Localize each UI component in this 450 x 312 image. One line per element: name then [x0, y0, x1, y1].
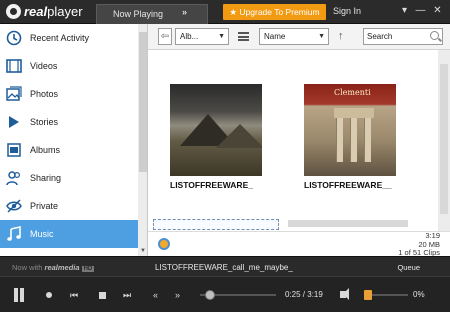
now-playing-strip: Now with realmedia HD LISTOFFREEWARE_call… [0, 256, 450, 276]
sidebar-item-videos[interactable]: Videos [0, 52, 138, 80]
sidebar-item-sharing[interactable]: Sharing [0, 164, 138, 192]
sort-direction-icon[interactable]: ↑ [338, 30, 344, 42]
eye-hidden-icon [6, 199, 22, 213]
clock-icon [6, 30, 22, 46]
realplayer-logo[interactable]: realplayer [6, 4, 83, 20]
sidebar-scrollbar[interactable] [138, 24, 147, 256]
rewind-button[interactable]: « [153, 289, 158, 301]
volume-slider-handle[interactable] [364, 290, 372, 300]
search-icon[interactable] [430, 31, 439, 40]
now-with-realmedia: Now with realmedia HD [12, 263, 95, 272]
logo-disc-icon [6, 4, 21, 19]
back-button[interactable]: ⇦ [158, 28, 172, 45]
selection-details: 3:19 20 MB 1 of 51 Clips [398, 231, 440, 258]
horizontal-scrollbar[interactable] [288, 220, 408, 227]
music-note-icon [7, 226, 21, 241]
sidebar-item-label: Recent Activity [30, 33, 90, 43]
sidebar-item-label: Albums [30, 145, 61, 155]
queue-button[interactable]: Queue [397, 263, 420, 272]
search-placeholder: Search [367, 32, 393, 41]
album-tile[interactable]: Clementi LISTOFFREEWARE__ [304, 84, 404, 190]
sidebar-item-label: Stories [30, 117, 59, 127]
content-scrollbar-thumb[interactable] [440, 64, 448, 214]
sidebar-item-label: Private [30, 201, 59, 211]
album-filter-value: Alb... [180, 32, 199, 41]
stop-button[interactable] [99, 292, 106, 299]
content-scrollbar[interactable] [438, 50, 450, 231]
album-cover[interactable] [170, 84, 262, 176]
chevron-down-icon[interactable]: ▼ [138, 248, 148, 256]
users-icon [6, 171, 21, 186]
current-track-title[interactable]: LISTOFFREEWARE_call_me_maybe_ [155, 263, 293, 272]
sidebar-item-label: Videos [30, 61, 58, 71]
sidebar-item-photos[interactable]: Photos [0, 80, 138, 108]
selected-tile-outline[interactable] [153, 219, 279, 230]
album-tile[interactable]: LISTOFFREEWARE_ [170, 84, 270, 190]
sidebar-item-stories[interactable]: Stories [0, 108, 138, 136]
album-cover[interactable]: Clementi [304, 84, 396, 176]
tab-overflow-chevron-icon[interactable]: » [182, 7, 187, 17]
fast-forward-button[interactable]: » [175, 289, 180, 301]
stories-play-icon [9, 116, 19, 128]
media-disc-icon[interactable] [158, 238, 170, 250]
pause-button[interactable] [12, 288, 26, 302]
transport-controls: ⏮ ⏭ « » 0:25 / 3:19 0% [0, 276, 450, 312]
previous-track-button[interactable]: ⏮ [70, 289, 78, 301]
record-button[interactable] [46, 292, 52, 298]
seek-slider-handle[interactable] [204, 290, 215, 300]
album-icon [7, 143, 21, 157]
selection-info-bar: 3:19 20 MB 1 of 51 Clips [148, 231, 450, 258]
minimize-icon[interactable]: — [414, 4, 427, 18]
album-filter-select[interactable]: Alb... ▼ [175, 28, 229, 45]
sidebar-item-albums[interactable]: Albums [0, 136, 138, 164]
tab-now-playing[interactable]: Now Playing [96, 4, 208, 24]
photo-icon [6, 86, 22, 101]
sidebar-item-label: Sharing [30, 173, 62, 183]
sidebar-item-private[interactable]: Private [0, 192, 138, 220]
sidebar-scrollbar-thumb[interactable] [139, 32, 147, 172]
next-track-button[interactable]: ⏭ [123, 289, 131, 301]
sort-by-select[interactable]: Name ▼ [259, 28, 329, 45]
close-icon[interactable]: ✕ [431, 4, 444, 18]
library-toolbar: ⇦ Alb... ▼ Name ▼ ↑ Search [148, 24, 450, 50]
title-bar: realplayer Now Playing » ★ Upgrade To Pr… [0, 0, 450, 24]
sort-by-value: Name [264, 32, 286, 41]
chevron-down-icon: ▼ [218, 33, 225, 40]
cover-text: Clementi [334, 88, 371, 97]
upgrade-premium-button[interactable]: ★ Upgrade To Premium [223, 4, 326, 20]
search-input[interactable]: Search [363, 28, 443, 45]
logo-wordmark: realplayer [24, 4, 83, 19]
album-grid: LISTOFFREEWARE_ Clementi LISTOFFREEWARE_… [148, 50, 450, 231]
playback-time: 0:25 / 3:19 [285, 290, 323, 299]
sidebar-item-label: Music [30, 229, 54, 239]
volume-icon[interactable] [340, 288, 349, 300]
menu-dropdown-icon[interactable]: ▾ [398, 4, 411, 18]
sidebar-item-label: Photos [30, 89, 59, 99]
sign-in-link[interactable]: Sign In [333, 6, 361, 16]
volume-percent: 0% [413, 290, 425, 299]
sidebar-item-music[interactable]: Music [0, 220, 138, 248]
seek-slider[interactable] [200, 290, 276, 300]
album-caption: LISTOFFREEWARE_ [170, 180, 253, 190]
film-icon [6, 59, 22, 73]
sidebar: Recent Activity Videos Photos Stories Al… [0, 24, 148, 256]
list-view-icon[interactable] [238, 32, 249, 41]
album-caption: LISTOFFREEWARE__ [304, 180, 392, 190]
sidebar-item-recent-activity[interactable]: Recent Activity [0, 24, 138, 52]
chevron-down-icon: ▼ [318, 33, 325, 40]
volume-slider[interactable] [364, 290, 408, 300]
